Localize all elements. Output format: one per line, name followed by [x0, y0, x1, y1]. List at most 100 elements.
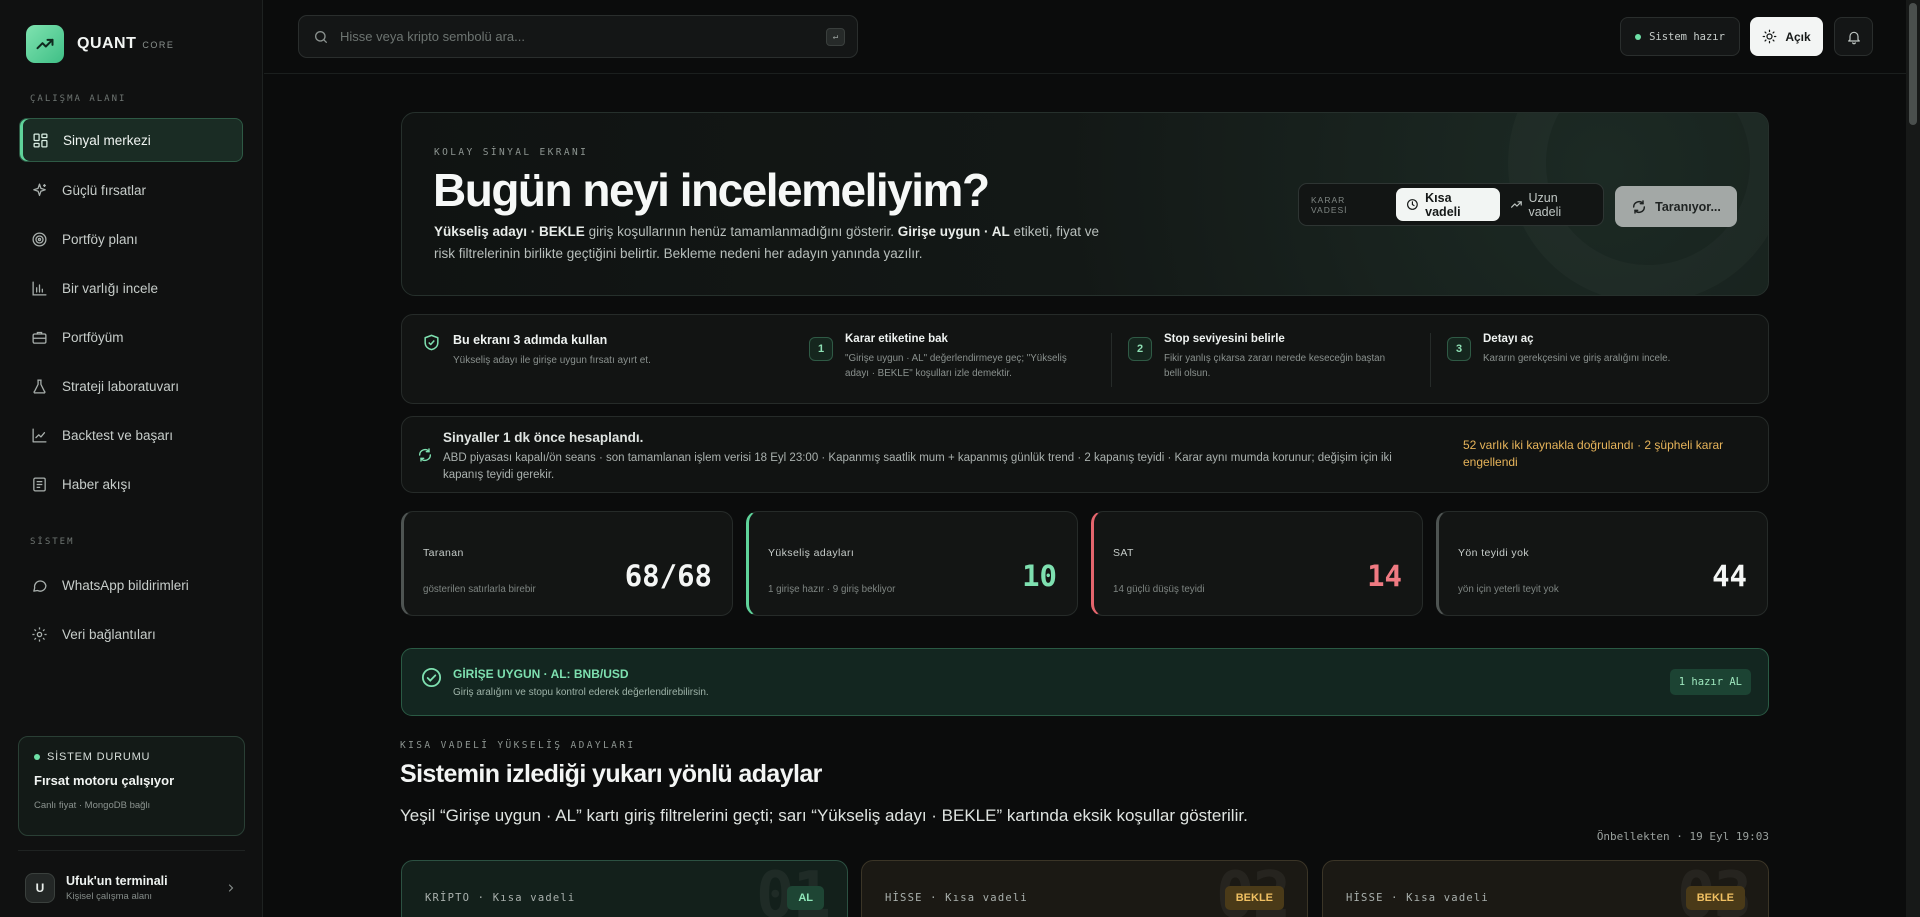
update-sub: ABD piyasası kapalı/ön seans · son tamam… [443, 452, 1392, 481]
nav-section-system: SİSTEM [30, 537, 75, 547]
brand[interactable]: QUANT CORE [26, 25, 174, 63]
sidebar-item-label: Strateji laboratuvarı [62, 378, 180, 394]
card-meta: HİSSE · Kısa vadeli [885, 892, 1028, 904]
scan-button[interactable]: Taranıyor... [1615, 186, 1737, 227]
enter-key-icon: ↵ [826, 28, 845, 46]
flask-icon [33, 378, 46, 394]
theme-toggle-button[interactable]: Açık [1750, 17, 1823, 56]
trend-up-icon [1510, 201, 1522, 208]
sidebar-item-label: Veri bağlantıları [62, 626, 156, 642]
sidebar-item-whatsapp[interactable]: WhatsApp bildirimleri [19, 563, 243, 607]
theme-label: Açık [1785, 29, 1811, 44]
stat-rise-candidates[interactable]: Yükseliş adayları 1 girişe hazır · 9 gir… [746, 511, 1078, 616]
stat-value: 14 [1367, 559, 1402, 593]
candidate-card[interactable]: 02 HİSSE · Kısa vadeli BEKLE [861, 860, 1308, 917]
user-menu[interactable]: U Ufuk'un terminali Kişisel çalışma alan… [18, 850, 245, 910]
search-box[interactable]: ↵ [298, 15, 858, 58]
target-icon [32, 231, 47, 247]
candidate-card[interactable]: 03 HİSSE · Kısa vadeli BEKLE [1322, 860, 1769, 917]
stat-no-direction[interactable]: Yön teyidi yok yön için yeterli teyit yo… [1436, 511, 1768, 616]
candidate-card[interactable]: 01 KRİPTO · Kısa vadeli AL [401, 860, 848, 917]
sidebar-item-label: Portföyüm [62, 329, 124, 345]
nav-section-work: ÇALIŞMA ALANI [30, 94, 127, 104]
chat-icon [33, 579, 47, 592]
status-sub: Canlı fiyat · MongoDB bağlı [34, 800, 151, 811]
verification-warning: 52 varlık iki kaynakla doğrulandı · 2 şü… [1463, 438, 1724, 469]
system-ready-label: Sistem hazır [1649, 30, 1725, 43]
stat-value: 10 [1022, 559, 1057, 593]
buy-alert[interactable]: GİRİŞE UYGUN · AL: BNB/USD Giriş aralığı… [401, 648, 1769, 716]
status-dot-icon [1635, 33, 1642, 40]
buy-alert-sub: Giriş aralığını ve stopu kontrol ederek … [453, 687, 709, 698]
sidebar-item-label: Bir varlığı incele [62, 280, 159, 296]
long-term-tab[interactable]: Uzun vadeli [1500, 188, 1603, 221]
sidebar-item-label: Backtest ve başarı [62, 427, 174, 443]
page-scrollbar[interactable] [1906, 0, 1920, 917]
step-3: 3 Detayı aç Kararın gerekçesini ve giriş … [1447, 333, 1713, 366]
line-chart-icon [32, 427, 47, 443]
sparkles-icon [33, 182, 46, 196]
ready-count-badge: 1 hazır AL [1669, 669, 1751, 695]
trend-up-icon [26, 25, 64, 63]
card-tag: BEKLE [1685, 886, 1745, 910]
stat-sell[interactable]: SAT 14 güçlü düşüş teyidi 14 [1091, 511, 1423, 616]
bar-chart-icon [32, 280, 47, 296]
refresh-icon [1633, 199, 1646, 214]
hero-description: Yükseliş adayı · BEKLE giriş koşullarını… [434, 224, 1100, 261]
horizon-toggle: KARAR VADESİ Kısa vadeli Uzun vadeli [1298, 183, 1604, 226]
section-title: Sistemin izlediği yukarı yönlü adaylar [400, 760, 822, 788]
gear-icon [32, 626, 47, 642]
refresh-icon [418, 448, 432, 462]
step-2: 2 Stop seviyesini belirle Fikir yanlış çı… [1128, 333, 1394, 381]
brand-sub: CORE [142, 40, 175, 50]
brand-name: QUANT [77, 35, 137, 52]
sun-icon [1762, 29, 1777, 44]
system-ready-badge[interactable]: Sistem hazır [1620, 17, 1740, 56]
chevron-right-icon [228, 883, 234, 892]
stat-value: 68/68 [624, 559, 712, 593]
step-1: 1 Karar etiketine bak "Girişe uygun · AL"… [809, 333, 1075, 381]
hero-panel: KOLAY SİNYAL EKRANI Bugün neyi incelemel… [401, 112, 1769, 296]
briefcase-icon [32, 331, 47, 344]
stat-value: 44 [1712, 559, 1747, 593]
sidebar-item-label: Güçlü fırsatlar [62, 182, 147, 198]
sidebar-item-my-portfolio[interactable]: Portföyüm [19, 315, 243, 359]
notifications-button[interactable] [1834, 17, 1873, 56]
stat-scanned[interactable]: Taranan gösterilen satırlarla birebir 68… [401, 511, 733, 616]
shield-check-icon [424, 334, 439, 351]
section-description: Yeşil “Girişe uygun · AL” kartı giriş fi… [400, 806, 1248, 825]
status-dot-icon [34, 754, 40, 760]
search-input[interactable] [340, 29, 810, 44]
hero-eyebrow: KOLAY SİNYAL EKRANI [434, 147, 589, 158]
sidebar-item-data-connections[interactable]: Veri bağlantıları [19, 612, 243, 656]
update-title: Sinyaller 1 dk önce hesaplandı. [443, 430, 644, 445]
check-circle-icon [421, 667, 442, 688]
clock-icon [1407, 199, 1419, 210]
sidebar-item-inspect-asset[interactable]: Bir varlığı incele [19, 266, 243, 310]
horizon-label: KARAR VADESİ [1311, 194, 1348, 215]
status-label: SİSTEM DURUMU [47, 751, 151, 763]
sidebar-item-backtest[interactable]: Backtest ve başarı [19, 413, 243, 457]
sidebar-item-label: Haber akışı [62, 476, 132, 492]
short-term-tab[interactable]: Kısa vadeli [1396, 188, 1500, 221]
card-meta: HİSSE · Kısa vadeli [1346, 892, 1489, 904]
system-status-card: SİSTEM DURUMU Fırsat motoru çalışıyor Ca… [18, 736, 245, 836]
scrollbar-thumb[interactable] [1909, 3, 1917, 125]
steps-sub: Yükseliş adayı ile girişe uygun fırsatı … [453, 355, 651, 366]
topbar: ↵ Sistem hazır Açık [264, 0, 1906, 74]
sidebar-item-portfolio-plan[interactable]: Portföy planı [19, 217, 243, 261]
user-name: Ufuk'un terminali [66, 873, 168, 888]
sidebar-item-strategy-lab[interactable]: Strateji laboratuvarı [19, 364, 243, 408]
card-meta: KRİPTO · Kısa vadeli [425, 892, 576, 904]
sidebar-item-strong-opportunities[interactable]: Güçlü fırsatlar [19, 168, 243, 212]
sidebar-item-label: WhatsApp bildirimleri [62, 577, 189, 593]
sidebar-item-label: Sinyal merkezi [63, 132, 151, 148]
bell-icon [1847, 31, 1860, 44]
signal-update-bar: Sinyaller 1 dk önce hesaplandı. ABD piya… [401, 416, 1769, 493]
sidebar-item-news-feed[interactable]: Haber akışı [19, 462, 243, 506]
search-icon [315, 30, 327, 43]
dashboard-icon [33, 132, 48, 148]
status-title: Fırsat motoru çalışıyor [34, 773, 175, 788]
card-tag: AL [787, 886, 824, 910]
sidebar-item-signal-center[interactable]: Sinyal merkezi [19, 118, 243, 162]
